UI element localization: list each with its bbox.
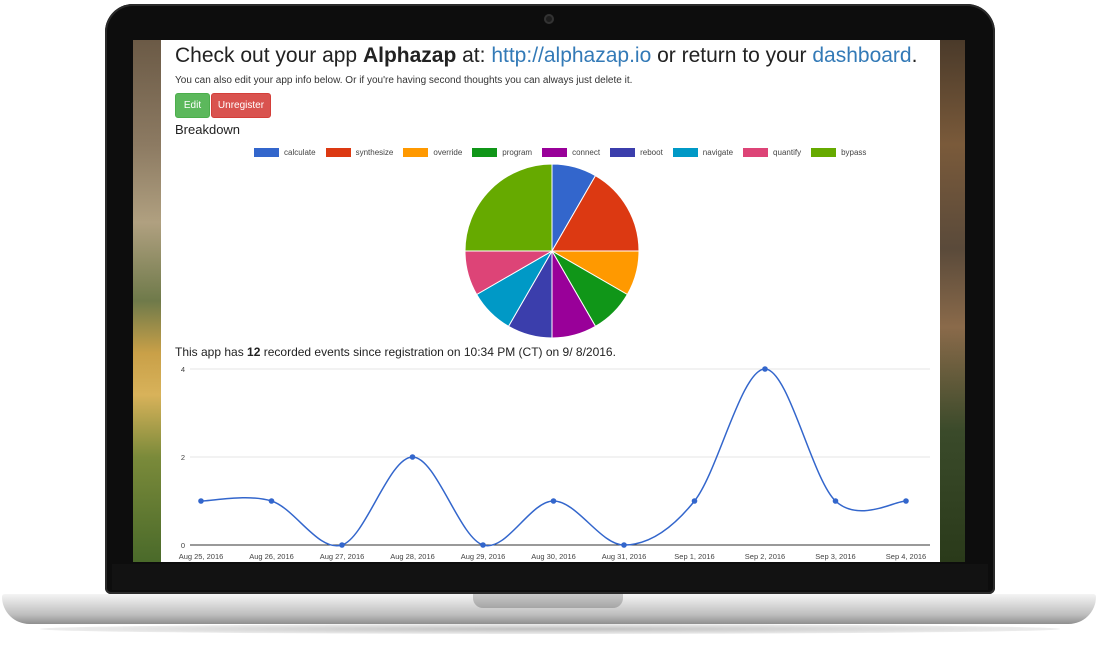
x-tick-label: Aug 26, 2016 — [249, 552, 294, 561]
data-point[interactable] — [762, 366, 768, 372]
app-page: Check out your app Alphazap at: http://a… — [161, 40, 940, 562]
data-point[interactable] — [409, 454, 416, 460]
laptop-bezel-bottom — [112, 564, 988, 590]
data-point[interactable] — [691, 498, 698, 504]
x-tick-label: Sep 2, 2016 — [745, 552, 785, 561]
data-point[interactable] — [621, 542, 627, 548]
data-point[interactable] — [903, 498, 909, 504]
x-tick-label: Sep 1, 2016 — [674, 552, 714, 561]
y-tick-label: 0 — [181, 541, 185, 550]
data-point[interactable] — [550, 498, 557, 504]
line-chart: 0 2 4 Aug 25, 2016 Aug 26, 2016 Aug 27, 2016 A… — [179, 365, 930, 561]
charts-canvas: 0 2 4 Aug 25, 2016 Aug 26, 2016 Aug 27, 2016 A… — [179, 163, 930, 561]
laptop-notch — [473, 594, 623, 608]
x-tick-label: Aug 28, 2016 — [390, 552, 435, 561]
x-tick-label: Aug 30, 2016 — [531, 552, 576, 561]
x-tick-label: Aug 31, 2016 — [602, 552, 647, 561]
data-point[interactable] — [198, 498, 204, 504]
x-tick-label: Aug 29, 2016 — [461, 552, 506, 561]
y-tick-label: 4 — [181, 365, 185, 374]
x-tick-label: Sep 3, 2016 — [815, 552, 855, 561]
y-tick-label: 2 — [181, 453, 185, 462]
pie-chart — [464, 163, 640, 339]
x-tick-label: Aug 27, 2016 — [320, 552, 365, 561]
laptop-shadow — [40, 624, 1060, 634]
camera-icon — [544, 14, 554, 24]
desktop-wallpaper-left — [133, 40, 161, 562]
desktop-wallpaper-right — [940, 40, 965, 562]
x-tick-label: Aug 25, 2016 — [179, 552, 224, 561]
x-tick-label: Sep 4, 2016 — [886, 552, 926, 561]
data-point[interactable] — [480, 542, 486, 548]
pie-slice-bypass[interactable] — [464, 163, 553, 252]
data-point[interactable] — [268, 498, 275, 504]
data-point[interactable] — [832, 498, 839, 504]
data-point[interactable] — [339, 542, 345, 548]
